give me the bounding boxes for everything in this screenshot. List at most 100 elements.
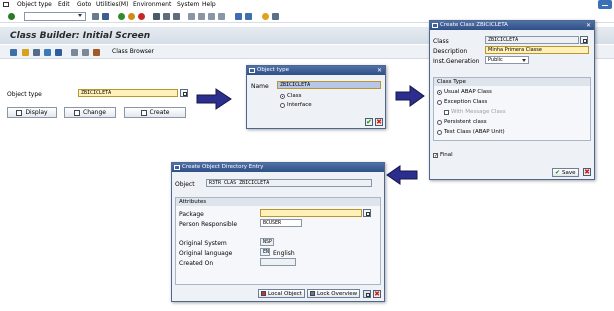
radio-interface-label: Interface (287, 102, 312, 108)
grid-icon[interactable] (363, 290, 371, 298)
object-field: R3TR CLAS ZBICICLETA (206, 179, 372, 187)
create-class-dialog-title: Create Class ZBICICLETA (440, 22, 508, 28)
cancel-button[interactable]: ✖ (375, 118, 383, 126)
object-directory-dialog-title: Create Object Directory Entry (182, 164, 264, 170)
cancel-button[interactable]: ✖ (373, 290, 381, 298)
cancel-icon[interactable] (138, 13, 145, 20)
menu-environment[interactable]: Environment (133, 1, 171, 8)
radio-usual-indicator (437, 89, 442, 95)
radio-persistent-indicator (437, 119, 442, 125)
radio-exception-indicator (437, 99, 442, 105)
final-checkbox[interactable]: ✓ Final (433, 152, 453, 158)
previous-page-icon[interactable] (198, 13, 205, 20)
object-type-dialog-header: Object type ✕ (247, 66, 385, 75)
help-icon[interactable] (262, 13, 269, 20)
other-object-icon[interactable] (10, 49, 17, 56)
layout-menu-icon[interactable] (272, 13, 279, 20)
chevron-down-icon[interactable] (522, 59, 526, 62)
save-button[interactable]: ✔ Save (552, 168, 579, 177)
radio-persistent-class[interactable]: Persistent class (437, 119, 487, 125)
class-browser-button[interactable]: Class Browser (112, 48, 154, 55)
class-search-help[interactable] (580, 36, 588, 44)
continue-button[interactable]: ✔ (365, 118, 373, 126)
name-label: Name (251, 83, 269, 90)
local-object-button[interactable]: Local Object (258, 289, 305, 298)
orig-system-field: NSP (260, 238, 274, 246)
package-label: Package (179, 211, 204, 218)
radio-class[interactable]: Class (280, 93, 301, 99)
arrow-right-1 (196, 88, 232, 110)
cancel-button[interactable]: ✖ (583, 168, 591, 176)
page-title: Class Builder: Initial Screen (10, 31, 151, 41)
where-used-icon[interactable] (44, 49, 51, 56)
command-field[interactable] (24, 12, 86, 21)
back-icon[interactable] (118, 13, 125, 20)
with-message-class-label: With Message Class (451, 109, 506, 115)
orig-lang-label: Original language (179, 250, 233, 257)
create-label: Create (149, 109, 170, 116)
person-label: Person Responsible (179, 221, 238, 228)
minimize-button[interactable] (598, 0, 612, 9)
save-label: Save (562, 169, 576, 176)
copy-icon[interactable] (82, 49, 89, 56)
info-icon[interactable] (55, 49, 62, 56)
radio-exception-class[interactable]: Exception Class (437, 99, 487, 105)
description-field[interactable]: Minha Primera Classe (485, 46, 589, 54)
menu-goto[interactable]: Goto (77, 1, 91, 8)
last-page-icon[interactable] (218, 13, 225, 20)
attributes-title: Attributes (176, 198, 380, 206)
menu-utilities[interactable]: Utilities(M) (96, 1, 128, 8)
object-type-field[interactable]: ZBICICLETA (78, 89, 178, 97)
display-label: Display (25, 109, 48, 116)
radio-interface[interactable]: Interface (280, 102, 312, 108)
save-icon[interactable] (102, 13, 109, 20)
delete-icon[interactable] (71, 49, 78, 56)
description-label: Description (433, 48, 468, 55)
hierarchy-icon[interactable] (33, 49, 40, 56)
final-checkbox-box: ✓ (433, 152, 439, 159)
package-field[interactable] (260, 209, 362, 217)
close-icon[interactable]: ✕ (377, 66, 382, 75)
change-label: Change (83, 109, 106, 116)
object-type-search-help[interactable] (180, 89, 188, 97)
check-icon[interactable] (22, 49, 29, 56)
person-field[interactable]: BCUSER (260, 219, 302, 227)
menu-icon[interactable] (3, 2, 9, 7)
radio-test-class[interactable]: Test Class (ABAP Unit) (437, 129, 505, 135)
change-button[interactable]: Change (64, 107, 116, 118)
menu-edit[interactable]: Edit (58, 1, 70, 8)
display-button[interactable]: Display (7, 107, 57, 118)
find-icon[interactable] (163, 13, 170, 20)
orig-system-label: Original System (179, 240, 227, 247)
radio-usual-abap-class[interactable]: Usual ABAP Class (437, 89, 492, 95)
radio-class-indicator (280, 93, 285, 99)
back-arrow-icon[interactable] (92, 13, 99, 20)
command-dropdown-icon[interactable] (78, 14, 82, 17)
object-directory-dialog: Create Object Directory Entry Object R3T… (171, 162, 385, 302)
enter-icon[interactable] (8, 13, 15, 20)
close-icon[interactable]: ✕ (586, 21, 591, 30)
local-object-label: Local Object (268, 290, 302, 297)
lock-icon (310, 291, 315, 296)
created-on-field (260, 258, 296, 266)
create-button[interactable]: Create (124, 107, 186, 118)
radio-interface-indicator (280, 102, 285, 108)
new-session-icon[interactable] (235, 13, 242, 20)
menu-help[interactable]: Help (202, 1, 216, 8)
print-icon[interactable] (153, 13, 160, 20)
package-search-help[interactable] (363, 209, 371, 217)
next-page-icon[interactable] (208, 13, 215, 20)
shortcut-icon[interactable] (245, 13, 252, 20)
object-type-dialog: Object type ✕ Name ZBICICLETA Class Inte… (246, 65, 386, 129)
rename-icon[interactable] (93, 49, 100, 56)
orig-lang-code-field: EN (260, 248, 270, 256)
menu-system[interactable]: System (177, 1, 199, 8)
find-next-icon[interactable] (173, 13, 180, 20)
create-class-dialog-header: Create Class ZBICICLETA ✕ (430, 21, 594, 30)
lock-overview-button[interactable]: Lock Overview (307, 289, 361, 298)
first-page-icon[interactable] (188, 13, 195, 20)
create-class-dialog: Create Class ZBICICLETA ✕ Class ZBICICLE… (429, 20, 595, 180)
exit-icon[interactable] (128, 13, 135, 20)
name-field[interactable]: ZBICICLETA (277, 81, 381, 89)
menu-object-type[interactable]: Object type (17, 1, 52, 8)
